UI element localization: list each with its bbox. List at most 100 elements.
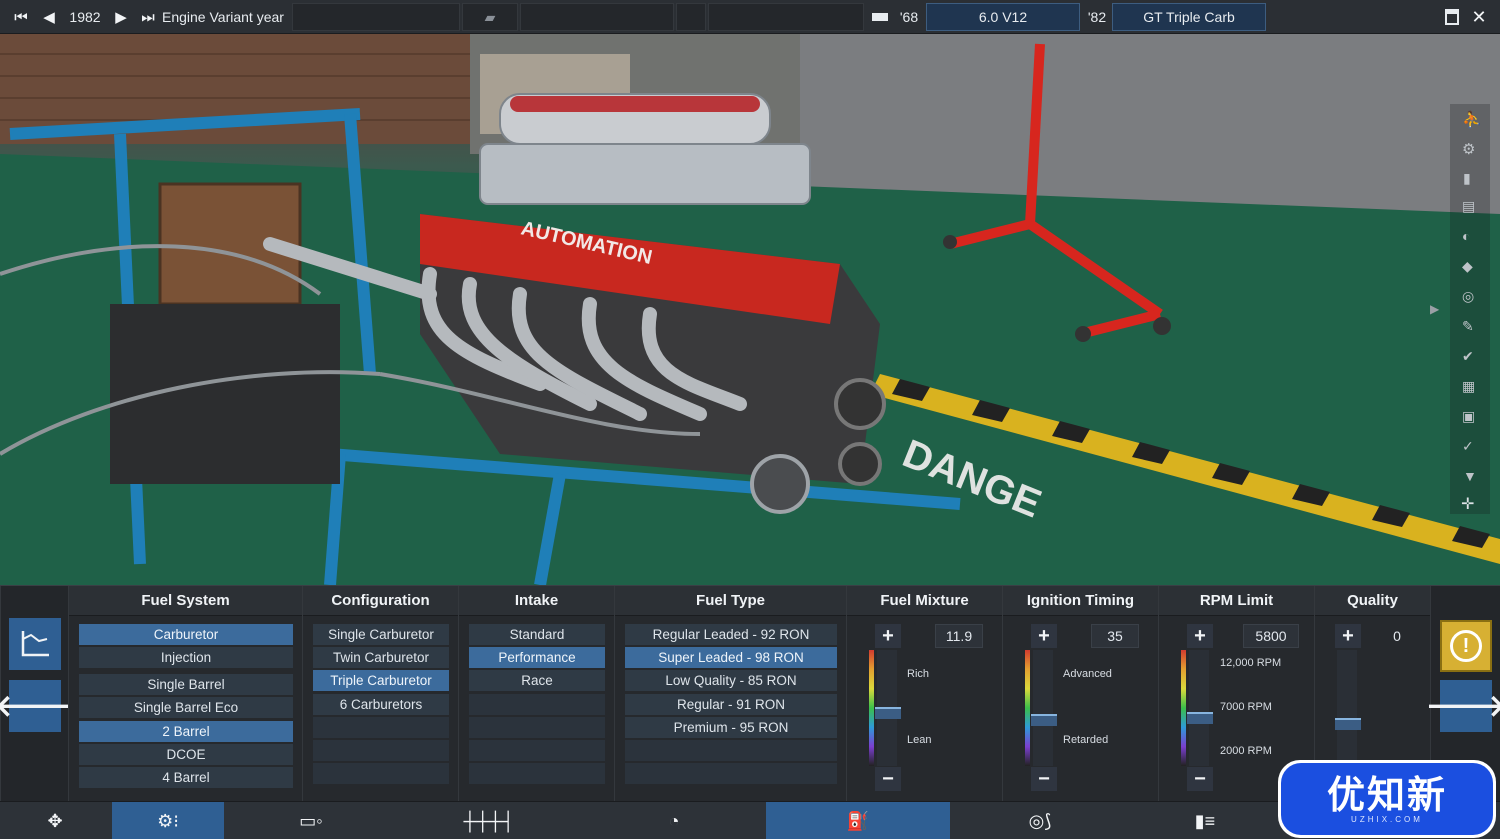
calculator-icon[interactable] bbox=[1440, 3, 1464, 31]
rpm-limit-slider-handle[interactable] bbox=[1187, 712, 1213, 725]
rpm-limit-value[interactable]: 5800 bbox=[1243, 624, 1299, 648]
fuel-type-title: Fuel Type bbox=[615, 586, 846, 616]
results-icon: ▮≡ bbox=[1194, 810, 1216, 831]
fuel-mixture-slider-handle[interactable] bbox=[875, 707, 901, 720]
fuel-type-injection[interactable]: Injection bbox=[79, 647, 293, 668]
config-6-carburetors[interactable]: 6 Carburetors bbox=[313, 694, 449, 715]
warning-button[interactable]: ! bbox=[1440, 620, 1492, 672]
rpm-mid-label: 7000 RPM bbox=[1220, 701, 1272, 713]
tab-turbo[interactable]: ◔ bbox=[582, 802, 766, 839]
fuel-low-quality[interactable]: Low Quality - 85 RON bbox=[625, 670, 837, 691]
quality-slider-handle[interactable] bbox=[1335, 718, 1361, 730]
ignition-timing-minus-button[interactable]: − bbox=[1031, 767, 1057, 791]
close-icon[interactable]: ✕ bbox=[1466, 3, 1492, 31]
fuel-regular[interactable]: Regular - 91 RON bbox=[625, 694, 837, 715]
fuel-premium[interactable]: Premium - 95 RON bbox=[625, 717, 837, 738]
spark-plug-icon[interactable]: ▼ bbox=[1463, 468, 1477, 484]
crankshaft-icon[interactable]: ⚙ bbox=[1462, 140, 1475, 158]
fuel-panel: 🡐 Fuel System Carburetor Injection Singl… bbox=[0, 585, 1500, 802]
rpm-limit-slider[interactable] bbox=[1189, 650, 1209, 766]
tab-valves[interactable]: ┼┼┼┤ bbox=[398, 802, 580, 839]
fuel-option-2-barrel[interactable]: 2 Barrel bbox=[79, 721, 293, 742]
fuel-option-dcoe[interactable]: DCOE bbox=[79, 744, 293, 765]
intake-empty-slot bbox=[469, 763, 605, 784]
top-bar: ⏮ ◀ 1982 ▶ ⏭ Engine Variant year ▰ '68 6… bbox=[0, 0, 1500, 34]
ignition-timing-gradient bbox=[1025, 650, 1030, 766]
engine-icon: ▰ bbox=[484, 8, 496, 25]
fuel-mixture-value[interactable]: 11.9 bbox=[935, 624, 983, 648]
skip-forward-icon[interactable]: ⏭ bbox=[134, 3, 162, 31]
rpm-limit-minus-button[interactable]: − bbox=[1187, 767, 1213, 791]
blank-field-4 bbox=[708, 3, 864, 31]
fuel-empty-slot bbox=[625, 763, 837, 784]
ignition-timing-slider-handle[interactable] bbox=[1031, 714, 1057, 727]
fuel-mixture-lean-label: Lean bbox=[907, 734, 932, 746]
ignition-timing-value[interactable]: 35 bbox=[1091, 624, 1139, 648]
arrow-left-icon: 🡐 bbox=[0, 690, 76, 723]
graph-button[interactable] bbox=[9, 618, 61, 670]
intake-performance[interactable]: Performance bbox=[469, 647, 605, 668]
collapse-arrow-icon[interactable]: ▶ bbox=[1430, 302, 1439, 316]
block-icon[interactable]: ▤ bbox=[1462, 198, 1475, 215]
rpm-limit-gradient bbox=[1181, 650, 1186, 766]
back-button[interactable]: 🡐 bbox=[0, 680, 75, 732]
tab-crank[interactable]: ▭◦ bbox=[226, 802, 396, 839]
intake-standard[interactable]: Standard bbox=[469, 624, 605, 645]
prev-year-icon[interactable]: ◀ bbox=[36, 3, 62, 31]
tab-overview[interactable]: ✥ bbox=[0, 802, 110, 839]
ignition-advanced-label: Advanced bbox=[1063, 668, 1112, 680]
variant-name-field[interactable]: GT Triple Carb bbox=[1112, 3, 1266, 31]
head-icon[interactable]: ◆ bbox=[1462, 258, 1473, 275]
turbo-icon[interactable]: ◐ bbox=[1462, 228, 1470, 244]
tab-fuel-system[interactable]: ⚙⁝ bbox=[112, 802, 224, 839]
arrow-right-icon: 🡒 bbox=[1425, 690, 1500, 723]
walk-icon[interactable]: ⛹ bbox=[1462, 110, 1482, 130]
fuel-settings-icon: ⚙⁝ bbox=[157, 810, 179, 831]
rpm-max-label: 12,000 RPM bbox=[1220, 657, 1282, 669]
tab-results[interactable]: ▮≡ bbox=[1130, 802, 1280, 839]
fuel-mixture-minus-button[interactable]: − bbox=[875, 767, 901, 791]
family-name-field[interactable]: 6.0 V12 bbox=[926, 3, 1080, 31]
piston-icon[interactable]: ▮ bbox=[1463, 170, 1471, 187]
ignition-timing-slider[interactable] bbox=[1033, 650, 1053, 766]
fuel-option-single-barrel[interactable]: Single Barrel bbox=[79, 674, 293, 695]
engine-3d-viewport[interactable]: DANGE AUTOMATION ⛹ ⚙ ▮ ▤ ◐ ◆ ◎ ✎ ✔ ▦ ▣ ✓… bbox=[0, 34, 1500, 585]
oil-pan-icon[interactable]: ▦ bbox=[1462, 378, 1475, 395]
fuel-empty-slot bbox=[625, 740, 837, 761]
tab-exhaust[interactable]: ◎⟆ bbox=[952, 802, 1128, 839]
fuel-regular-leaded[interactable]: Regular Leaded - 92 RON bbox=[625, 624, 837, 645]
fuel-system-title: Fuel System bbox=[69, 586, 302, 616]
blank-field-2 bbox=[520, 3, 674, 31]
config-twin-carburetor[interactable]: Twin Carburetor bbox=[313, 647, 449, 668]
next-button[interactable]: 🡒 bbox=[1426, 680, 1500, 732]
rpm-limit-plus-button[interactable]: + bbox=[1187, 624, 1213, 648]
quality-title: Quality bbox=[1315, 586, 1430, 616]
quality-value: 0 bbox=[1393, 628, 1401, 644]
quality-plus-button[interactable]: + bbox=[1335, 624, 1361, 648]
exhaust-icon: ◎⟆ bbox=[1028, 810, 1052, 831]
next-year-icon[interactable]: ▶ bbox=[108, 3, 134, 31]
gasket-icon[interactable]: ✔ bbox=[1462, 348, 1474, 365]
fuel-option-single-barrel-eco[interactable]: Single Barrel Eco bbox=[79, 697, 293, 718]
valve-icon[interactable]: ✎ bbox=[1462, 318, 1474, 335]
filter-icon[interactable]: ▣ bbox=[1462, 408, 1475, 425]
tab-fuel[interactable]: ⛽ bbox=[766, 802, 950, 839]
fuel-type-carburetor[interactable]: Carburetor bbox=[79, 624, 293, 645]
wrench-icon[interactable]: ✓ bbox=[1462, 438, 1474, 455]
fuel-option-4-barrel[interactable]: 4 Barrel bbox=[79, 767, 293, 788]
fuel-super-leaded[interactable]: Super Leaded - 98 RON bbox=[625, 647, 837, 668]
intake-race[interactable]: Race bbox=[469, 670, 605, 691]
skip-back-icon[interactable]: ⏮ bbox=[6, 3, 36, 31]
engine-icon-button[interactable]: ▰ bbox=[462, 3, 518, 31]
ignition-timing-column: Ignition Timing + 35 Advanced Retarded − bbox=[1002, 586, 1158, 802]
ignition-timing-plus-button[interactable]: + bbox=[1031, 624, 1057, 648]
config-triple-carburetor[interactable]: Triple Carburetor bbox=[313, 670, 449, 691]
cam-icon[interactable]: ◎ bbox=[1462, 288, 1474, 305]
bottom-nav: ✥ ⚙⁝ ▭◦ ┼┼┼┤ ◔ ⛽ ◎⟆ ▮≡ bbox=[0, 801, 1500, 839]
config-single-carburetor[interactable]: Single Carburetor bbox=[313, 624, 449, 645]
engine-scene: DANGE AUTOMATION bbox=[0, 34, 1500, 585]
year-value: 1982 bbox=[69, 9, 101, 25]
move-icon[interactable]: ✛ bbox=[1461, 494, 1474, 514]
engine-block-icon[interactable] bbox=[866, 3, 894, 31]
fuel-mixture-plus-button[interactable]: + bbox=[875, 624, 901, 648]
